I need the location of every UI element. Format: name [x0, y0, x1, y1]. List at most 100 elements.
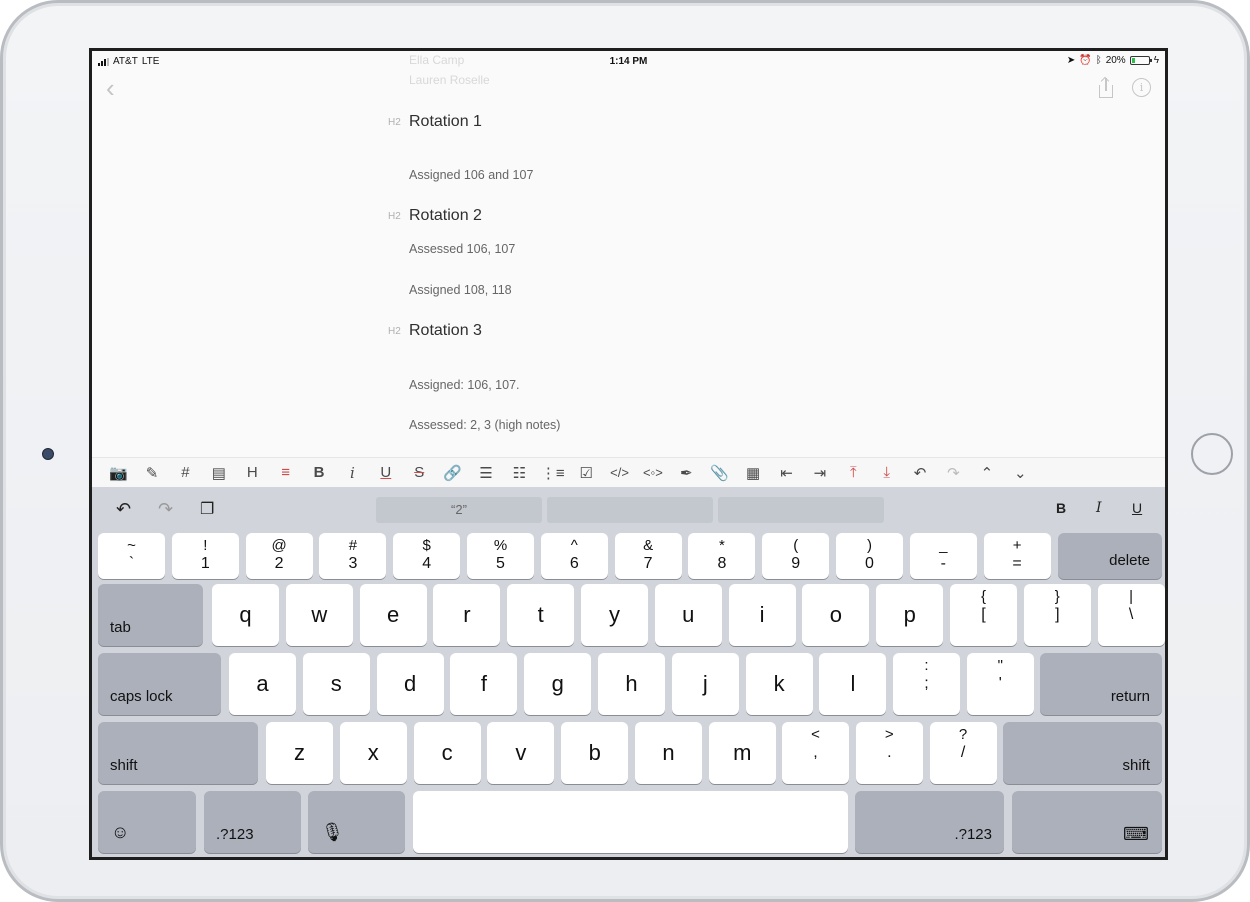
key-10[interactable]: ) 0 — [836, 533, 903, 579]
key-l[interactable]: l — [819, 653, 887, 715]
camera-icon[interactable]: 📷 — [102, 458, 135, 488]
back-chevron-icon[interactable]: ‹ — [106, 75, 115, 101]
dictation-key[interactable]: 🎙 — [308, 791, 405, 853]
caps-lock-key[interactable]: caps lock — [98, 653, 221, 715]
move-up-icon[interactable]: ⤒ — [837, 458, 870, 488]
key-11[interactable]: _ - — [909, 533, 977, 579]
key-12[interactable]: + = — [983, 533, 1051, 579]
tab-key[interactable]: tab — [98, 584, 203, 646]
underline-icon[interactable]: U — [369, 458, 402, 488]
redo-icon[interactable]: ↷ — [937, 458, 970, 488]
pen-icon[interactable]: ✒ — [670, 458, 703, 488]
key-h[interactable]: h — [598, 653, 665, 715]
key-9[interactable]: (9 — [762, 533, 830, 579]
strikethrough-icon[interactable]: S — [403, 458, 436, 488]
heading-icon[interactable]: H — [236, 458, 269, 488]
code-icon[interactable]: </> — [603, 458, 636, 488]
key-s[interactable]: s — [302, 653, 370, 715]
heading-rotation-2[interactable]: H2 Rotation 2 — [388, 207, 482, 225]
key-o[interactable]: o — [802, 584, 870, 646]
paragraph[interactable]: Assessed 106, 107 — [409, 242, 515, 256]
key-symbol[interactable]: <, — [782, 722, 849, 784]
italic-icon[interactable]: i — [336, 458, 369, 488]
chevron-up-icon[interactable]: ⌃ — [970, 458, 1003, 488]
italic-button[interactable]: I — [1096, 500, 1102, 516]
key-m[interactable]: m — [708, 722, 776, 784]
key-x[interactable]: x — [339, 722, 407, 784]
key-k[interactable]: k — [745, 653, 813, 715]
key-6[interactable]: ^ 6 — [540, 533, 608, 579]
key-e[interactable]: e — [359, 584, 427, 646]
key-d[interactable]: d — [376, 653, 444, 715]
key-i[interactable]: i — [728, 584, 796, 646]
key-symbol[interactable]: }] — [1023, 584, 1091, 646]
note-link-icon[interactable]: ▤ — [202, 458, 235, 488]
delete-key[interactable]: delete — [1058, 533, 1162, 579]
shift-left-key[interactable]: shift — [98, 722, 258, 784]
underline-button[interactable]: U — [1132, 500, 1142, 516]
shift-right-key[interactable]: shift — [1003, 722, 1162, 784]
info-icon[interactable]: i — [1132, 78, 1151, 97]
tag-icon[interactable]: # — [169, 458, 202, 488]
suggestion-2[interactable] — [547, 497, 713, 523]
numbered-list-icon[interactable]: ☷ — [503, 458, 536, 488]
key-y[interactable]: y — [581, 584, 648, 646]
paragraph[interactable]: Assessed: 2, 3 (high notes) — [409, 418, 560, 432]
key-symbol[interactable]: {[ — [950, 584, 1017, 646]
key-3[interactable]: #3 — [319, 533, 387, 579]
bold-button[interactable]: B — [1056, 500, 1066, 516]
key-f[interactable]: f — [450, 653, 518, 715]
outdent-icon[interactable]: ⇤ — [770, 458, 803, 488]
key-symbol[interactable]: ? / — [929, 722, 997, 784]
share-icon[interactable] — [1098, 78, 1114, 98]
link-icon[interactable]: 🔗 — [436, 458, 469, 488]
key-2[interactable]: @2 — [245, 533, 313, 579]
calendar-icon[interactable]: ▦ — [736, 458, 769, 488]
bullet-list-icon[interactable]: ☰ — [469, 458, 502, 488]
code-block-icon[interactable]: <◦> — [636, 458, 669, 488]
key-n[interactable]: n — [635, 722, 702, 784]
redo-icon[interactable]: ↷ — [158, 499, 173, 520]
key-b[interactable]: b — [561, 722, 629, 784]
key-1[interactable]: ! 1 — [171, 533, 239, 579]
key-symbol[interactable]: :; — [893, 653, 960, 715]
heading-rotation-3[interactable]: H2 Rotation 3 — [388, 322, 482, 340]
home-button[interactable] — [1191, 433, 1233, 475]
ordered-list-icon[interactable]: ⋮≡ — [536, 458, 569, 488]
key-z[interactable]: z — [266, 722, 333, 784]
key-8[interactable]: * 8 — [688, 533, 756, 579]
key-j[interactable]: j — [671, 653, 739, 715]
emoji-key[interactable]: ☺ — [98, 791, 196, 853]
numbers-key-right[interactable]: .?123 — [855, 791, 1004, 853]
heading-rotation-1[interactable]: H2 Rotation 1 — [388, 113, 482, 131]
move-down-icon[interactable]: ⤓ — [870, 458, 903, 488]
note-editor[interactable]: Ella Camp Lauren Roselle H2 Rotation 1 A… — [92, 51, 1165, 466]
numbers-key-left[interactable]: .?123 — [204, 791, 301, 853]
key-5[interactable]: % 5 — [467, 533, 534, 579]
paragraph-icon[interactable]: ≡ — [269, 458, 302, 488]
key-symbol[interactable]: " ' — [966, 653, 1034, 715]
hide-keyboard-key[interactable]: ⌨ — [1012, 791, 1162, 853]
sketch-icon[interactable]: ✎ — [135, 458, 168, 488]
key-t[interactable]: t — [507, 584, 575, 646]
key-a[interactable]: a — [229, 653, 296, 715]
key-v[interactable]: v — [487, 722, 555, 784]
key-q[interactable]: q — [212, 584, 279, 646]
key-r[interactable]: r — [433, 584, 501, 646]
paste-icon[interactable]: ❐ — [200, 499, 214, 519]
bold-icon[interactable]: B — [302, 458, 335, 488]
attachment-icon[interactable]: 📎 — [703, 458, 736, 488]
return-key[interactable]: return — [1040, 653, 1162, 715]
paragraph[interactable]: Assigned 108, 118 — [409, 283, 512, 297]
suggestion-1[interactable]: “2” — [376, 497, 542, 523]
space-bar[interactable] — [413, 791, 848, 853]
undo-icon[interactable]: ↶ — [903, 458, 936, 488]
key-0[interactable]: ~ ` — [98, 533, 165, 579]
key-4[interactable]: $4 — [393, 533, 461, 579]
key-symbol[interactable]: | \ — [1097, 584, 1165, 646]
key-c[interactable]: c — [413, 722, 481, 784]
paragraph[interactable]: Assigned 106 and 107 — [409, 168, 533, 182]
checkbox-icon[interactable]: ☑ — [569, 458, 602, 488]
undo-icon[interactable]: ↶ — [116, 499, 131, 520]
key-symbol[interactable]: >. — [855, 722, 923, 784]
